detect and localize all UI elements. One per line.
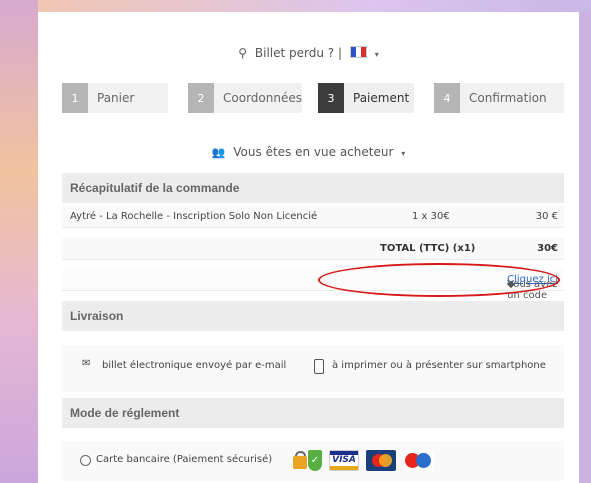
payment-option-row[interactable]: Carte bancaire (Paiement sécurisé) ✓ VIS… (62, 441, 564, 481)
step-label: Panier (88, 83, 168, 113)
step-label: Coordonnées (214, 83, 302, 113)
item-name: Aytré - La Rochelle - Inscription Solo N… (70, 211, 318, 222)
lost-ticket-link[interactable]: Billet perdu ? | (255, 46, 342, 60)
visa-logo: VISA (329, 450, 359, 471)
card-payment-radio[interactable] (80, 455, 91, 466)
delivery-options-row: ✉ billet électronique envoyé par e-mail … (62, 345, 564, 392)
background-top (38, 0, 591, 12)
step-number: 3 (318, 83, 344, 113)
search-icon[interactable]: ⚲ (238, 46, 247, 60)
payment-method-header: Mode de réglement (62, 398, 564, 428)
print-delivery-text: à imprimer ou à présenter sur smartphone (332, 360, 546, 371)
lock-icon (293, 456, 307, 469)
total-label: TOTAL (TTC) (x1) (380, 243, 476, 254)
step-paiement[interactable]: 3 Paiement (318, 83, 414, 113)
order-summary-header: Récapitulatif de la commande (62, 173, 564, 203)
background-left (0, 0, 38, 483)
chevron-down-icon[interactable]: ▾ (375, 50, 379, 59)
email-delivery-text: billet électronique envoyé par e-mail (102, 360, 287, 371)
step-coordonnees[interactable]: 2 Coordonnées (188, 83, 302, 113)
step-panier[interactable]: 1 Panier (62, 83, 168, 113)
buyer-view-label: Vous êtes en vue acheteur (233, 145, 394, 159)
order-item-row: Aytré - La Rochelle - Inscription Solo N… (62, 206, 564, 228)
card-payment-label[interactable]: Carte bancaire (Paiement sécurisé) (96, 454, 272, 465)
lost-ticket-row: ⚲ Billet perdu ? | ▾ (38, 46, 579, 60)
step-number: 4 (434, 83, 460, 113)
checkout-panel: ⚲ Billet perdu ? | ▾ 1 Panier 2 Coordonn… (38, 12, 579, 483)
shield-check-icon: ✓ (308, 450, 322, 471)
total-row: TOTAL (TTC) (x1) 30€ (62, 238, 564, 260)
french-flag-icon[interactable] (349, 46, 367, 58)
envelope-icon: ✉ (82, 358, 91, 369)
step-label: Paiement (344, 83, 414, 113)
step-number: 2 (188, 83, 214, 113)
maestro-logo (404, 450, 434, 471)
mastercard-logo (366, 450, 396, 471)
total-amount: 30€ (537, 243, 558, 254)
smartphone-icon (314, 359, 324, 374)
step-number: 1 (62, 83, 88, 113)
item-qty-price: 1 x 30€ (412, 211, 450, 222)
delivery-header: Livraison (62, 301, 564, 331)
item-amount: 30 € (535, 211, 558, 222)
users-icon: 👥 (211, 146, 226, 159)
step-label: Confirmation (460, 83, 564, 113)
checkout-steps: 1 Panier 2 Coordonnées 3 Paiement 4 Conf… (62, 83, 564, 113)
buyer-view-toggle[interactable]: 👥 Vous êtes en vue acheteur ▾ (38, 145, 579, 159)
step-confirmation[interactable]: 4 Confirmation (434, 83, 564, 113)
red-annotation-ellipse (318, 263, 560, 297)
chevron-down-icon: ▾ (401, 149, 406, 158)
